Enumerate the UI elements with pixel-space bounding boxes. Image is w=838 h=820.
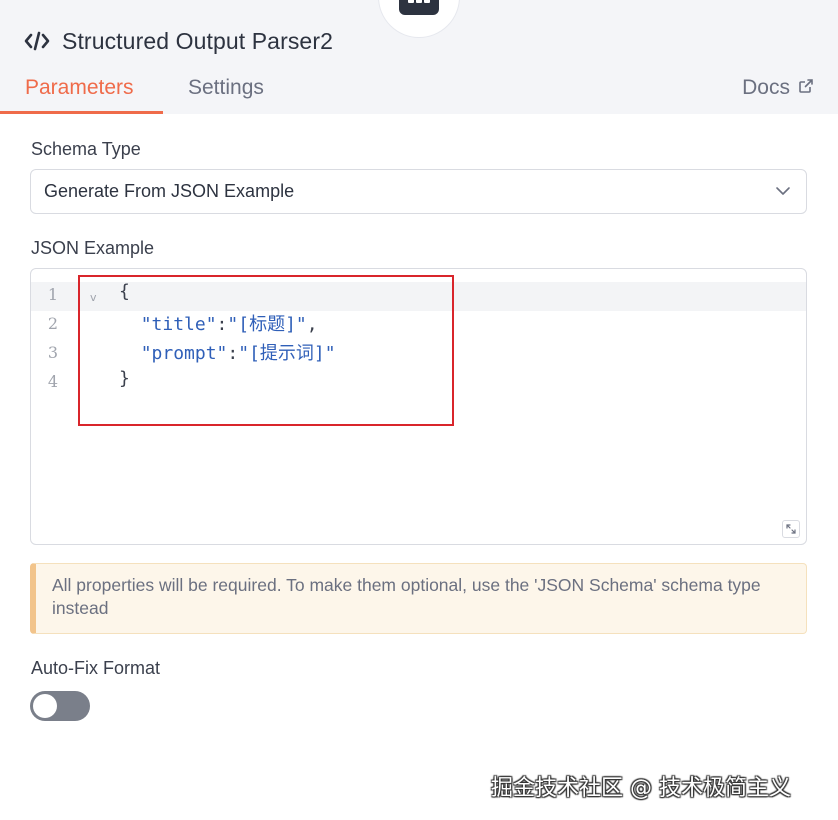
auto-fix-label: Auto-Fix Format: [31, 658, 161, 678]
code-line: }: [119, 368, 130, 389]
docs-link[interactable]: Docs: [742, 76, 814, 100]
line-number: 2: [47, 314, 58, 333]
schema-type-select[interactable]: Generate From JSON Example: [30, 169, 807, 214]
schema-type-label: Schema Type: [31, 139, 141, 159]
tab-parameters[interactable]: Parameters: [25, 76, 134, 100]
docs-label: Docs: [742, 76, 790, 99]
code-line: {: [119, 281, 130, 302]
code-token: ,: [306, 314, 318, 335]
json-example-editor[interactable]: 1 2 3 4 v { "title":"[标题]", "prompt":"[提…: [30, 268, 807, 545]
robot-icon: [399, 0, 439, 15]
code-line: "prompt":"[提示词]": [119, 339, 336, 365]
resize-handle-icon[interactable]: [782, 520, 800, 538]
required-properties-notice: All properties will be required. To make…: [30, 563, 807, 634]
node-badge: [378, 0, 460, 38]
code-token: :: [227, 343, 239, 364]
active-tab-indicator: [0, 111, 163, 114]
fold-chevron-icon[interactable]: v: [90, 291, 97, 304]
line-number: 3: [47, 343, 58, 362]
code-token: "[提示词]": [238, 343, 336, 364]
tab-bar: Parameters Settings Docs: [0, 70, 838, 114]
active-line-highlight: [31, 282, 806, 311]
code-token: :: [216, 314, 228, 335]
node-header: Structured Output Parser2 Parameters Set…: [0, 0, 838, 114]
watermark: 掘金技术社区 @ 技术极简主义: [491, 776, 791, 801]
code-line: "title":"[标题]",: [119, 310, 318, 336]
line-gutter: 1 2 3 4: [31, 269, 81, 544]
code-token: "title": [140, 314, 217, 335]
code-token: {: [119, 281, 130, 302]
code-token: "[标题]": [227, 314, 307, 335]
chevron-down-icon: [774, 182, 792, 205]
title-row: Structured Output Parser2: [22, 24, 333, 58]
code-token: }: [119, 368, 130, 389]
json-example-label: JSON Example: [31, 238, 155, 258]
code-token: "prompt": [140, 343, 228, 364]
external-link-icon: [798, 76, 814, 100]
schema-type-value: Generate From JSON Example: [44, 181, 295, 201]
node-title[interactable]: Structured Output Parser2: [62, 28, 333, 55]
tab-settings[interactable]: Settings: [188, 76, 264, 100]
code-icon: [22, 26, 52, 56]
line-number: 4: [47, 372, 58, 391]
line-number: 1: [47, 285, 58, 304]
toggle-knob: [33, 694, 57, 718]
auto-fix-toggle[interactable]: [30, 691, 90, 721]
